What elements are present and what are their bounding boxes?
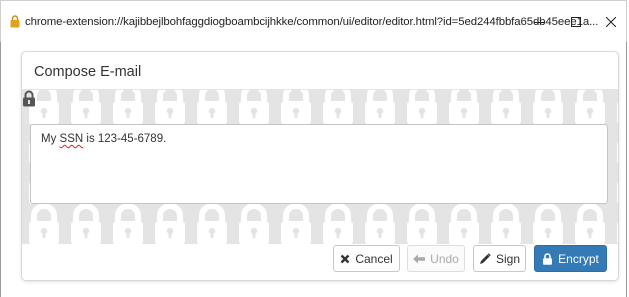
compose-dialog: Compose E-mail My SSN is 123-45-6789. Ca… bbox=[21, 51, 619, 281]
cancel-button[interactable]: Cancel bbox=[333, 245, 400, 272]
lock-icon bbox=[543, 252, 553, 265]
message-editor[interactable]: My SSN is 123-45-6789. bbox=[30, 124, 608, 204]
close-button[interactable] bbox=[596, 9, 626, 35]
maximize-button[interactable] bbox=[561, 9, 591, 35]
misspelled-word: SSN bbox=[59, 133, 84, 145]
secure-background: My SSN is 123-45-6789. bbox=[22, 89, 618, 245]
encrypt-button[interactable]: Encrypt bbox=[534, 245, 607, 272]
padlock-icon bbox=[10, 15, 20, 28]
x-icon bbox=[340, 254, 350, 263]
padlock-icon bbox=[23, 90, 35, 107]
browser-titlebar: chrome-extension://kajibbejlbohfaggdiogb… bbox=[0, 0, 627, 42]
message-text-suffix: is 123-45-6789. bbox=[83, 133, 167, 145]
pen-icon bbox=[479, 252, 491, 264]
address-bar-url: chrome-extension://kajibbejlbohfaggdiogb… bbox=[25, 16, 599, 28]
arrow-left-icon bbox=[413, 254, 426, 263]
encrypt-label: Encrypt bbox=[558, 251, 599, 266]
sign-button[interactable]: Sign bbox=[473, 245, 526, 272]
undo-button[interactable]: Undo bbox=[407, 245, 465, 272]
message-text-prefix: My bbox=[41, 133, 60, 145]
sign-label: Sign bbox=[495, 251, 521, 266]
dialog-title: Compose E-mail bbox=[34, 64, 142, 80]
dialog-footer: Cancel Undo Sign Encrypt bbox=[22, 244, 618, 280]
cancel-label: Cancel bbox=[355, 251, 393, 266]
minimize-button[interactable] bbox=[524, 9, 554, 35]
undo-label: Undo bbox=[430, 251, 459, 266]
